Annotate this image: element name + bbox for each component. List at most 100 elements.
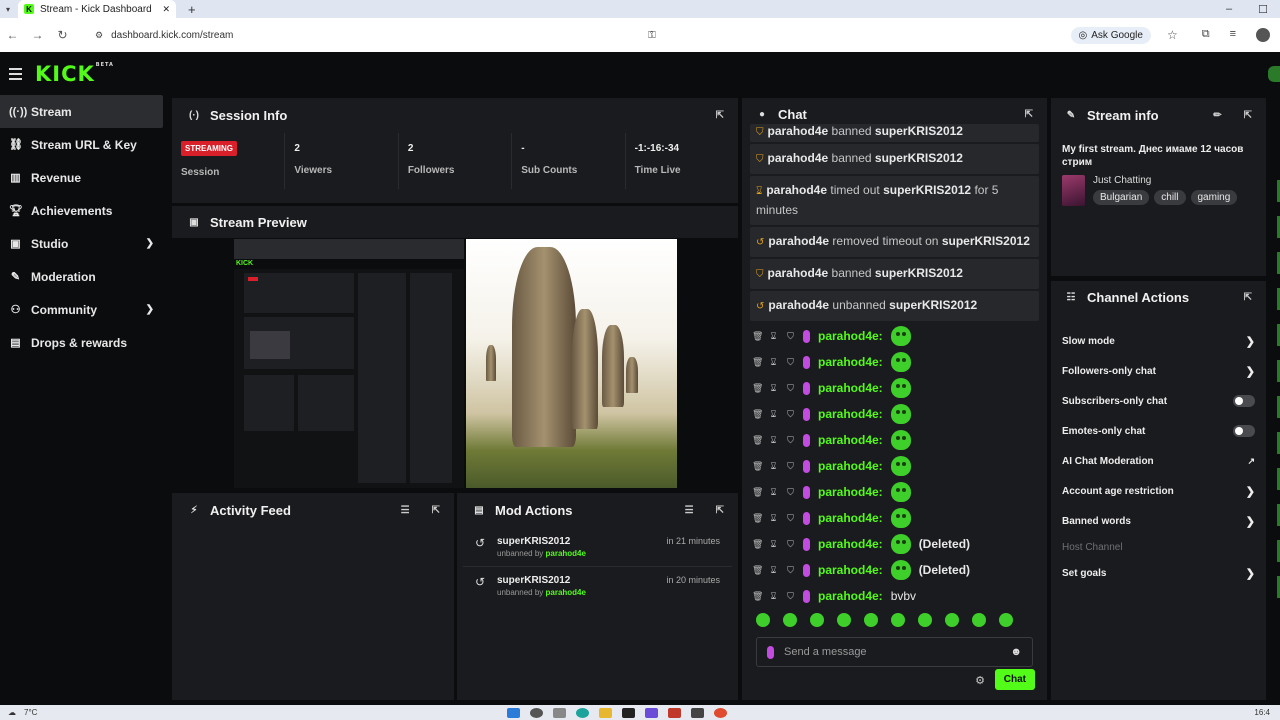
delete-icon[interactable]: 🗑︎ bbox=[752, 565, 763, 576]
app-icon[interactable] bbox=[691, 707, 705, 718]
address-bar[interactable]: ⚙ dashboard.kick.com/stream ⚿ ◎ Ask Goog… bbox=[87, 23, 1186, 47]
ban-icon[interactable]: ⛉ bbox=[786, 409, 795, 420]
popout-icon[interactable]: ⇱ bbox=[432, 505, 440, 516]
reading-list-icon[interactable]: ≡ bbox=[1230, 28, 1236, 42]
timeout-icon[interactable]: ⌛︎ bbox=[769, 487, 778, 498]
banned-words-row[interactable]: Banned words ❯ bbox=[1051, 506, 1266, 536]
timeout-icon[interactable]: ⌛︎ bbox=[769, 331, 778, 342]
timeout-icon[interactable]: ⌛︎ bbox=[769, 565, 778, 576]
delete-icon[interactable]: 🗑︎ bbox=[752, 331, 763, 342]
subscribers-only-toggle[interactable] bbox=[1233, 395, 1255, 407]
sidebar-item-community[interactable]: ⚇ Community ❯ bbox=[0, 293, 166, 326]
chat-actor[interactable]: parahod4e bbox=[768, 234, 829, 248]
emote-icon[interactable] bbox=[891, 613, 905, 627]
timeout-icon[interactable]: ⌛︎ bbox=[769, 591, 778, 602]
chrome-icon[interactable] bbox=[714, 707, 728, 718]
tag[interactable]: Bulgarian bbox=[1093, 190, 1150, 205]
chat-actor[interactable]: parahod4e bbox=[766, 183, 827, 197]
bookmark-star-icon[interactable]: ☆ bbox=[1167, 28, 1178, 42]
chat-username[interactable]: parahod4e: bbox=[818, 407, 883, 421]
chat-username[interactable]: parahod4e: bbox=[818, 563, 883, 577]
delete-icon[interactable]: 🗑︎ bbox=[752, 409, 763, 420]
chat-target[interactable]: superKRIS2012 bbox=[883, 183, 971, 197]
delete-icon[interactable]: 🗑︎ bbox=[752, 461, 763, 472]
chat-username[interactable]: parahod4e: bbox=[818, 433, 883, 447]
sidebar-item-moderation[interactable]: ✎ Moderation bbox=[0, 260, 166, 293]
set-goals-row[interactable]: Set goals ❯ bbox=[1051, 558, 1266, 588]
ban-icon[interactable]: ⛉ bbox=[786, 487, 795, 498]
user-avatar[interactable] bbox=[1268, 66, 1280, 82]
chat-actor[interactable]: parahod4e bbox=[768, 124, 829, 138]
slow-mode-row[interactable]: Slow mode ❯ bbox=[1051, 326, 1266, 356]
start-icon[interactable] bbox=[507, 707, 521, 718]
app-icon[interactable] bbox=[645, 707, 659, 718]
search-icon[interactable] bbox=[530, 707, 544, 718]
popout-icon[interactable]: ⇱ bbox=[716, 505, 724, 516]
ban-icon[interactable]: ⛉ bbox=[786, 591, 795, 602]
sidebar-item-revenue[interactable]: ▥ Revenue bbox=[0, 161, 166, 194]
chevron-down-icon[interactable]: ❯ bbox=[146, 304, 154, 315]
extensions-icon[interactable]: ⧉ bbox=[1202, 28, 1210, 42]
tab-list-chevron-icon[interactable]: ▾ bbox=[6, 5, 10, 14]
sidebar-item-drops-rewards[interactable]: ▤ Drops & rewards bbox=[0, 326, 166, 359]
chat-username[interactable]: parahod4e: bbox=[818, 329, 883, 343]
delete-icon[interactable]: 🗑︎ bbox=[752, 487, 763, 498]
sidebar-item-achievements[interactable]: 🏆︎ Achievements bbox=[0, 194, 166, 227]
filter-icon[interactable]: ☰ bbox=[401, 505, 410, 516]
chat-target[interactable]: superKRIS2012 bbox=[889, 298, 977, 312]
delete-icon[interactable]: 🗑︎ bbox=[752, 513, 763, 524]
emote-icon[interactable] bbox=[864, 613, 878, 627]
chat-username[interactable]: parahod4e: bbox=[818, 537, 883, 551]
emoji-picker-icon[interactable]: ☻ bbox=[1010, 646, 1022, 658]
mod-actor-user[interactable]: parahod4e bbox=[546, 549, 586, 558]
emote-icon[interactable] bbox=[918, 613, 932, 627]
edit-icon[interactable]: ✏︎ bbox=[1213, 110, 1221, 121]
ban-icon[interactable]: ⛉ bbox=[786, 539, 795, 550]
chat-actor[interactable]: parahod4e bbox=[768, 266, 829, 280]
chat-username[interactable]: parahod4e: bbox=[818, 485, 883, 499]
timeout-icon[interactable]: ⌛︎ bbox=[769, 539, 778, 550]
ban-icon[interactable]: ⛉ bbox=[786, 513, 795, 524]
ban-icon[interactable]: ⛉ bbox=[786, 565, 795, 576]
emote-icon[interactable] bbox=[783, 613, 797, 627]
app-icon[interactable] bbox=[668, 707, 682, 718]
category-name[interactable]: Just Chatting bbox=[1093, 175, 1237, 186]
ask-google-button[interactable]: ◎ Ask Google bbox=[1070, 26, 1151, 44]
ban-icon[interactable]: ⛉ bbox=[786, 383, 795, 394]
reload-icon[interactable]: ↻ bbox=[50, 28, 75, 42]
tag[interactable]: chill bbox=[1154, 190, 1186, 205]
stream-preview-video[interactable]: KICK bbox=[234, 239, 677, 488]
chat-input[interactable]: Send a message ☻ bbox=[756, 637, 1033, 667]
minimize-icon[interactable]: – bbox=[1226, 3, 1232, 16]
browser-tab[interactable]: K Stream - Kick Dashboard ✕ bbox=[18, 0, 177, 18]
send-chat-button[interactable]: Chat bbox=[994, 669, 1035, 690]
delete-icon[interactable]: 🗑︎ bbox=[752, 357, 763, 368]
ban-icon[interactable]: ⛉ bbox=[786, 357, 795, 368]
ban-icon[interactable]: ⛉ bbox=[786, 331, 795, 342]
task-view-icon[interactable] bbox=[553, 707, 567, 718]
emotes-only-toggle[interactable] bbox=[1233, 425, 1255, 437]
chat-actor[interactable]: parahod4e bbox=[768, 151, 829, 165]
mod-actor-user[interactable]: parahod4e bbox=[546, 588, 586, 597]
emote-icon[interactable] bbox=[756, 613, 770, 627]
close-tab-icon[interactable]: ✕ bbox=[162, 4, 170, 15]
sidebar-item-stream-url-key[interactable]: ⛓ Stream URL & Key bbox=[0, 128, 166, 161]
profile-avatar[interactable] bbox=[1256, 28, 1270, 42]
timeout-icon[interactable]: ⌛︎ bbox=[769, 513, 778, 524]
ban-icon[interactable]: ⛉ bbox=[786, 435, 795, 446]
emote-icon[interactable] bbox=[972, 613, 986, 627]
weather-icon[interactable]: ☁ bbox=[8, 708, 16, 717]
chat-target[interactable]: superKRIS2012 bbox=[875, 151, 963, 165]
site-info-icon[interactable]: ⚙ bbox=[95, 30, 103, 41]
chat-message-list[interactable]: ⛉ parahod4e banned superKRIS2012 ⛉ parahod… bbox=[742, 124, 1047, 321]
chat-target[interactable]: superKRIS2012 bbox=[942, 234, 1030, 248]
chat-target[interactable]: superKRIS2012 bbox=[875, 124, 963, 138]
chat-username[interactable]: parahod4e: bbox=[818, 459, 883, 473]
followers-only-row[interactable]: Followers-only chat ❯ bbox=[1051, 356, 1266, 386]
ban-icon[interactable]: ⛉ bbox=[786, 461, 795, 472]
password-key-icon[interactable]: ⚿ bbox=[648, 30, 656, 41]
popout-icon[interactable]: ⇱ bbox=[1025, 109, 1033, 120]
mod-target-user[interactable]: superKRIS2012 bbox=[497, 575, 586, 586]
edge-icon[interactable] bbox=[576, 707, 590, 718]
account-age-row[interactable]: Account age restriction ❯ bbox=[1051, 476, 1266, 506]
